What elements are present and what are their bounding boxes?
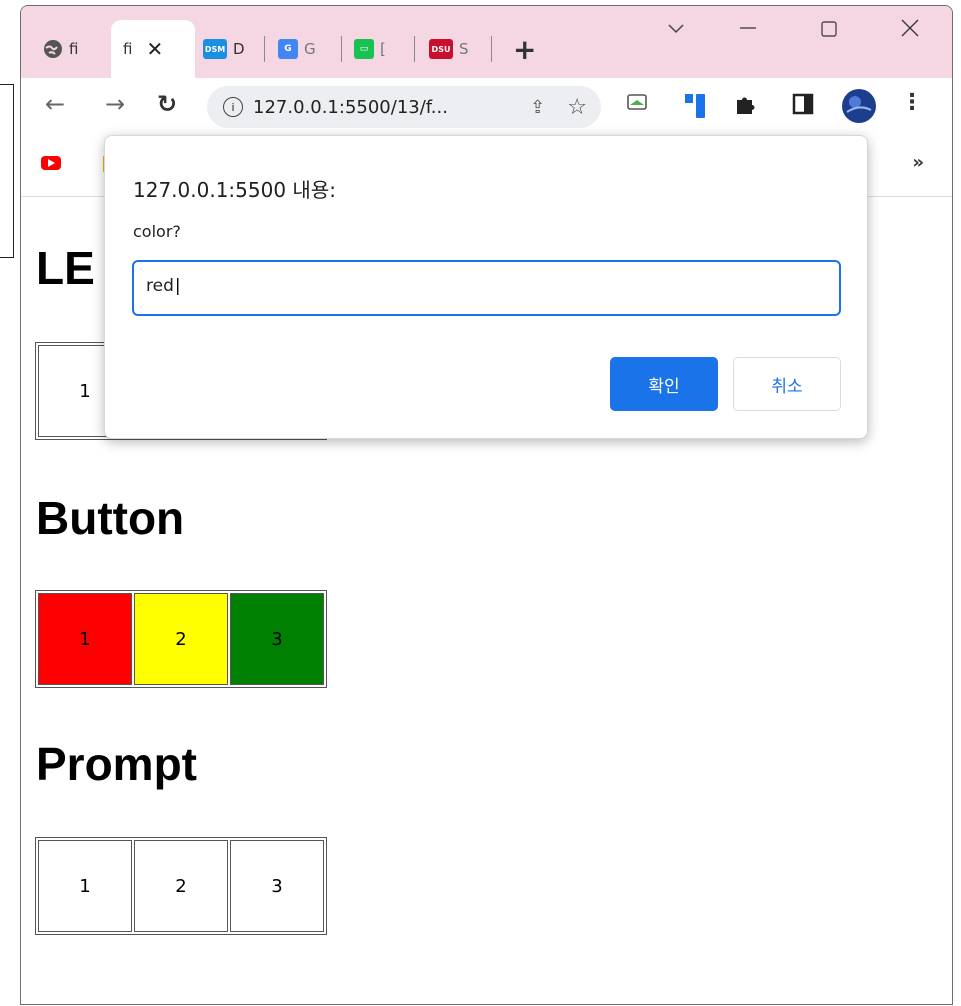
tab-strip: fi fi ✕ DSM D G G ▭ [ DSU S + (21, 6, 952, 78)
prompt-cell-2[interactable]: 2 (134, 840, 228, 932)
address-bar[interactable]: i 127.0.0.1:5500/13/f... ⇪ ☆ (207, 86, 601, 128)
prompt-grid: 1 2 3 (35, 837, 327, 935)
url-text: 127.0.0.1:5500/13/f... (253, 96, 448, 118)
youtube-bookmark-icon[interactable] (41, 156, 61, 170)
share-icon[interactable]: ⇪ (530, 97, 545, 118)
tab-active[interactable]: fi ✕ (111, 20, 195, 78)
tab-separator (341, 36, 342, 62)
color-cell-1[interactable]: 1 (38, 593, 132, 685)
more-bookmarks-chevron[interactable]: » (912, 152, 924, 173)
tab-separator (414, 36, 415, 62)
dialog-title: 127.0.0.1:5500 내용: (133, 178, 336, 202)
tab-label: [ (380, 40, 386, 58)
tab-label: fi (123, 40, 133, 58)
tab-separator (491, 36, 492, 62)
back-icon[interactable]: ← (45, 90, 65, 118)
info-icon[interactable]: i (223, 97, 243, 117)
cancel-button[interactable]: 취소 (733, 357, 841, 411)
section-title-led: LE (36, 242, 95, 294)
tab-separator (264, 36, 265, 62)
blog-icon: ▭ (354, 39, 374, 59)
tab-4[interactable]: G G (278, 20, 316, 78)
prompt-input[interactable]: red (132, 260, 841, 316)
extension-blue-icon[interactable] (683, 92, 709, 124)
google-translate-icon: G (278, 39, 298, 59)
color-cell-2[interactable]: 2 (134, 593, 228, 685)
color-cell-3[interactable]: 3 (230, 593, 324, 685)
ok-button[interactable]: 확인 (610, 357, 718, 411)
prompt-cell-1[interactable]: 1 (38, 840, 132, 932)
extensions-puzzle-icon[interactable] (733, 92, 757, 120)
side-panel-icon[interactable] (791, 92, 815, 120)
maximize-icon[interactable] (821, 18, 837, 43)
tab-label: D (233, 40, 245, 58)
tab-5[interactable]: ▭ [ (354, 20, 386, 78)
background-window-fragment (0, 84, 14, 258)
tab-search-icon[interactable] (668, 18, 684, 39)
minimize-icon[interactable] (739, 18, 757, 43)
dialog-message: color? (133, 222, 181, 241)
tab-label: S (459, 40, 469, 58)
section-title-button: Button (36, 492, 185, 544)
globe-icon (43, 39, 63, 59)
menu-kebab-icon[interactable]: ⋮ (901, 90, 923, 115)
prompt-cell-3[interactable]: 3 (230, 840, 324, 932)
close-window-icon[interactable] (901, 18, 919, 43)
tab-3[interactable]: DSM D (203, 20, 245, 78)
dsm-icon: DSM (203, 39, 227, 59)
button-grid: 1 2 3 (35, 590, 327, 688)
cast-icon[interactable] (625, 92, 649, 118)
tab-1[interactable]: fi (43, 20, 78, 78)
forward-icon[interactable]: → (105, 90, 125, 118)
section-title-prompt: Prompt (36, 738, 197, 790)
toolbar: ← → ↻ i 127.0.0.1:5500/13/f... ⇪ ☆ ⋮ (21, 78, 952, 136)
tab-label: fi (69, 40, 79, 58)
dsu-icon: DSU (429, 39, 453, 59)
profile-avatar[interactable] (841, 88, 877, 128)
bookmark-star-icon[interactable]: ☆ (567, 95, 587, 120)
close-tab-icon[interactable]: ✕ (146, 37, 163, 61)
new-tab-icon[interactable]: + (513, 33, 536, 66)
reload-icon[interactable]: ↻ (157, 90, 177, 118)
tab-label: G (304, 40, 316, 58)
prompt-dialog: 127.0.0.1:5500 내용: color? red 확인 취소 (104, 135, 868, 439)
tab-6[interactable]: DSU S (429, 20, 469, 78)
